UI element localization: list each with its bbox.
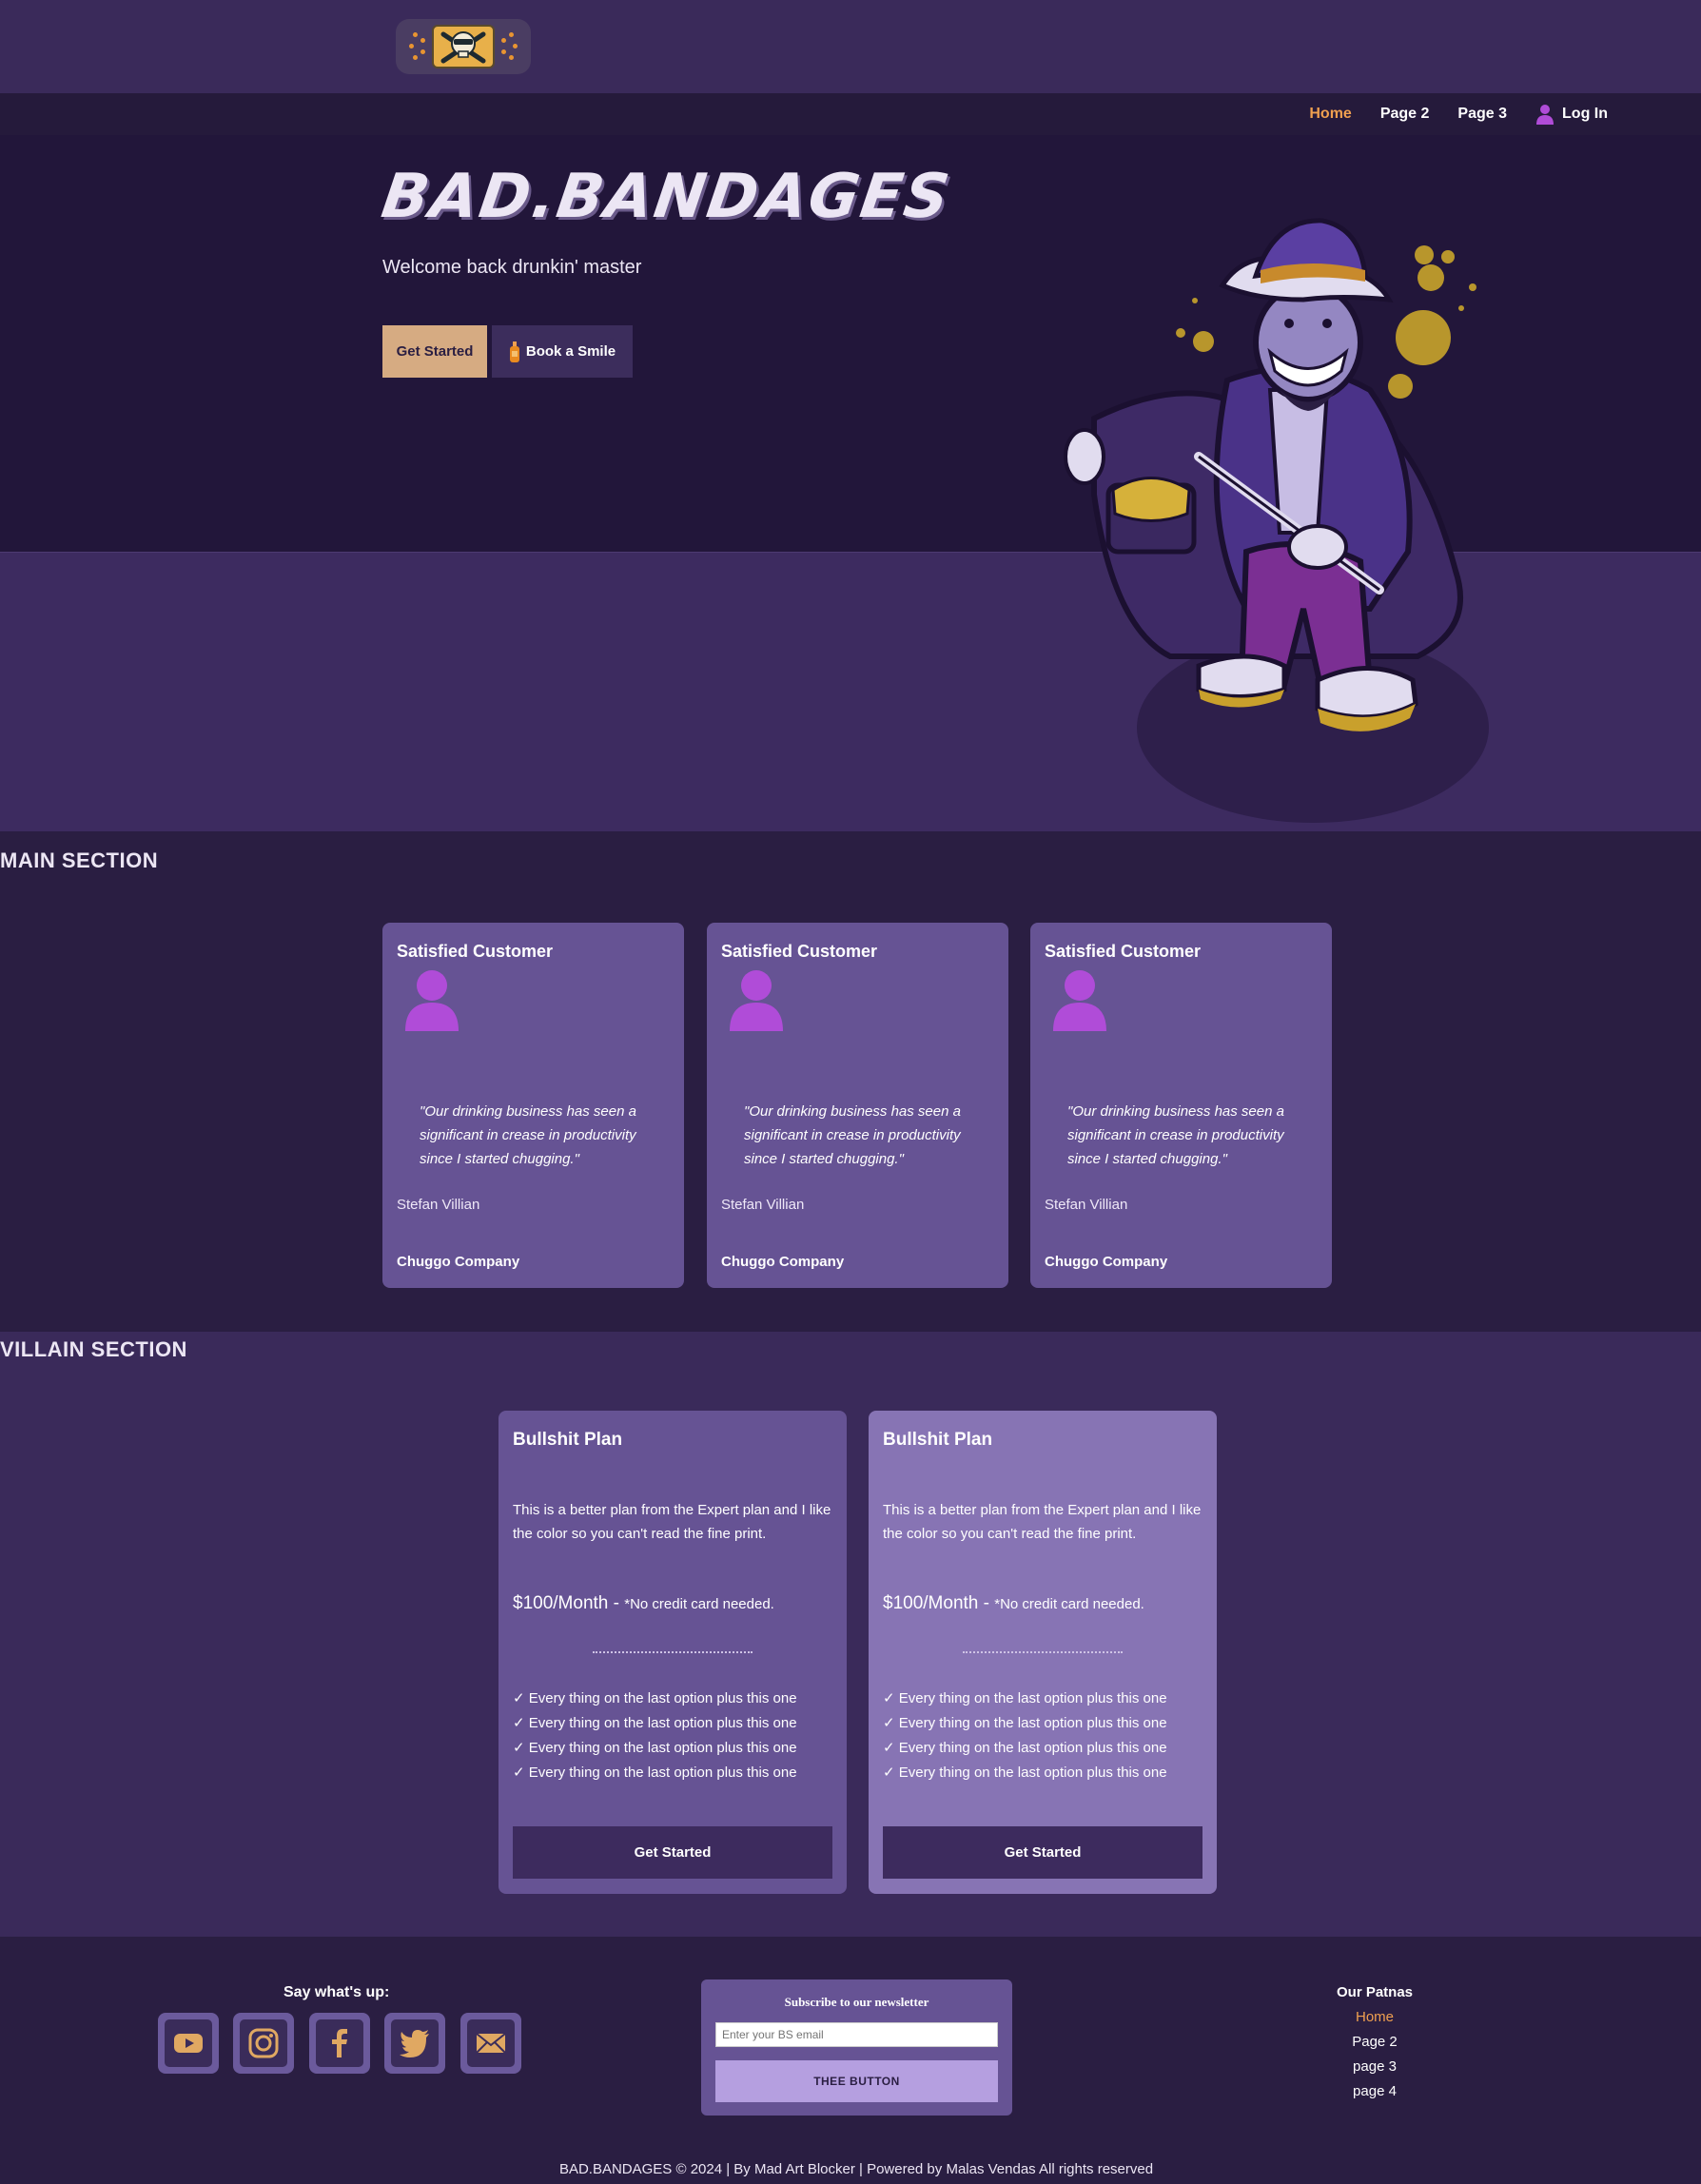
plan-get-started-button[interactable]: Get Started [883, 1826, 1202, 1879]
main-section-title: MAIN SECTION [0, 848, 159, 872]
testimonial-author: Stefan Villian [1045, 1197, 1128, 1213]
plan-heading: Bullshit Plan [883, 1430, 993, 1450]
plan-price: $100/Month - *No credit card needed. [513, 1593, 774, 1614]
youtube-link[interactable] [158, 2013, 219, 2074]
nav-page-2[interactable]: Page 2 [1380, 106, 1430, 123]
plan-features: ✓ Every thing on the last option plus th… [883, 1687, 1167, 1785]
newsletter-email-input[interactable] [715, 2022, 998, 2047]
testimonial-card: Satisfied Customer "Our drinking busines… [707, 923, 1008, 1288]
testimonial-company: Chuggo Company [397, 1254, 520, 1270]
plan-price: $100/Month - *No credit card needed. [883, 1593, 1144, 1614]
footer-link-page-4[interactable]: page 4 [1299, 2079, 1451, 2104]
mail-icon [476, 2033, 506, 2054]
plan-divider [963, 1651, 1123, 1653]
newsletter-submit-button[interactable]: THEE BUTTON [715, 2060, 998, 2102]
login-label: Log In [1562, 106, 1608, 122]
plan-description: This is a better plan from the Expert pl… [513, 1502, 831, 1542]
villain-section [0, 1332, 1701, 1937]
mascot-illustration [1064, 218, 1489, 823]
avatar-icon [405, 970, 459, 1031]
testimonial-quote: "Our drinking business has seen a signif… [744, 1103, 961, 1167]
pricing-card: Bullshit Plan This is a better plan from… [869, 1411, 1217, 1894]
facebook-icon [332, 2029, 347, 2057]
nav-bar: Home Page 2 Page 3 Log In [0, 93, 1701, 135]
plan-description: This is a better plan from the Expert pl… [883, 1502, 1202, 1542]
nav-home[interactable]: Home [1309, 106, 1351, 123]
top-bar [0, 0, 1701, 93]
youtube-icon [174, 2034, 203, 2053]
testimonial-author: Stefan Villian [397, 1197, 480, 1213]
avatar-icon [1053, 970, 1106, 1031]
hero-get-started-button[interactable]: Get Started [382, 325, 487, 378]
plan-feature: ✓ Every thing on the last option plus th… [883, 1740, 1167, 1756]
partners-heading: Our Patnas [1336, 1984, 1414, 2000]
plan-features: ✓ Every thing on the last option plus th… [513, 1687, 797, 1785]
email-link[interactable] [460, 2013, 521, 2074]
logo[interactable] [396, 19, 531, 74]
book-a-smile-button[interactable]: Book a Smile [492, 325, 633, 378]
plan-feature: ✓ Every thing on the last option plus th… [883, 1715, 1167, 1731]
partners-links: Our Patnas Home Page 2 page 3 page 4 [1299, 1980, 1451, 2104]
plan-get-started-button[interactable]: Get Started [513, 1826, 832, 1879]
pricing-card: Bullshit Plan This is a better plan from… [499, 1411, 847, 1894]
welcome-text: Welcome back drunkin' master [382, 257, 642, 278]
avatar-icon [730, 970, 783, 1031]
plan-feature: ✓ Every thing on the last option plus th… [513, 1765, 797, 1781]
twitter-link[interactable] [384, 2013, 445, 2074]
testimonial-card: Satisfied Customer "Our drinking busines… [382, 923, 684, 1288]
testimonial-card: Satisfied Customer "Our drinking busines… [1030, 923, 1332, 1288]
plan-price-note: *No credit card needed. [624, 1596, 774, 1612]
main-nav: Home Page 2 Page 3 Log In [1309, 93, 1608, 135]
skull-icon [432, 25, 495, 68]
social-heading: Say what's up: [284, 1984, 390, 2000]
testimonial-company: Chuggo Company [1045, 1254, 1168, 1270]
newsletter-box: Subscribe to our newsletter THEE BUTTON [701, 1979, 1012, 2116]
plan-price-amount: $100/Month - [513, 1593, 625, 1613]
plan-price-amount: $100/Month - [883, 1593, 995, 1613]
testimonial-quote: "Our drinking business has seen a signif… [1067, 1103, 1284, 1167]
instagram-icon [248, 2028, 279, 2058]
plan-feature: ✓ Every thing on the last option plus th… [513, 1715, 797, 1731]
testimonial-heading: Satisfied Customer [397, 942, 554, 961]
plan-feature: ✓ Every thing on the last option plus th… [883, 1765, 1167, 1781]
footer-link-home[interactable]: Home [1299, 2005, 1451, 2030]
villain-section-title: VILLAIN SECTION [0, 1337, 187, 1361]
book-a-smile-label: Book a Smile [525, 343, 616, 360]
testimonial-author: Stefan Villian [721, 1197, 805, 1213]
plan-divider [593, 1651, 753, 1653]
plan-heading: Bullshit Plan [513, 1430, 623, 1450]
testimonial-heading: Satisfied Customer [721, 942, 878, 961]
bottle-icon [509, 341, 519, 362]
brand-title: BAD.BANDAGES [377, 162, 955, 232]
testimonial-company: Chuggo Company [721, 1254, 845, 1270]
plan-feature: ✓ Every thing on the last option plus th… [883, 1690, 1167, 1706]
testimonial-quote: "Our drinking business has seen a signif… [420, 1103, 636, 1167]
testimonial-heading: Satisfied Customer [1045, 942, 1202, 961]
login-link[interactable]: Log In [1535, 104, 1608, 125]
footer-link-page-3[interactable]: page 3 [1299, 2055, 1451, 2079]
plan-feature: ✓ Every thing on the last option plus th… [513, 1690, 797, 1706]
footer-link-page-2[interactable]: Page 2 [1299, 2030, 1451, 2055]
plan-feature: ✓ Every thing on the last option plus th… [513, 1740, 797, 1756]
newsletter-title: Subscribe to our newsletter [784, 1995, 929, 2009]
facebook-link[interactable] [309, 2013, 370, 2074]
instagram-link[interactable] [233, 2013, 294, 2074]
nav-page-3[interactable]: Page 3 [1457, 106, 1507, 123]
twitter-icon [400, 2030, 429, 2057]
user-icon [1536, 105, 1554, 125]
plan-price-note: *No credit card needed. [994, 1596, 1144, 1612]
copyright-text: BAD.BANDAGES © 2024 | By Mad Art Blocker… [558, 2161, 1154, 2177]
